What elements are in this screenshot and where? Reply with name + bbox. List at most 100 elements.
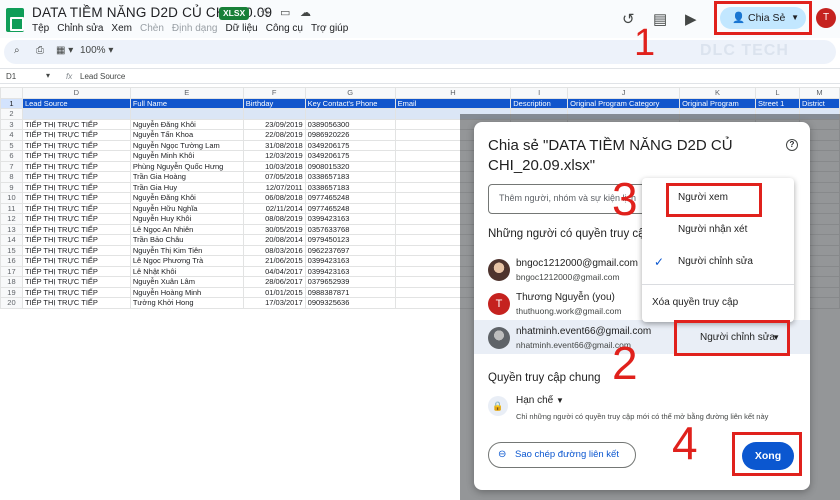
full-name-cell[interactable]: Lê Nhật Khôi [129,265,244,277]
lead-source-cell[interactable]: TIẾP THỊ TRỰC TIẾP [21,244,131,256]
history-icon[interactable]: ↺ [622,10,635,28]
row-number[interactable]: 20 [0,297,23,309]
lead-source-cell[interactable]: TIẾP THỊ TRỰC TIẾP [21,202,131,214]
row-number[interactable]: 12 [0,213,23,225]
full-name-cell[interactable]: Nguyễn Minh Khôi [129,150,244,162]
row-number[interactable]: 11 [0,202,23,214]
column-header[interactable]: K [679,87,757,99]
lead-source-cell[interactable]: TIẾP THỊ TRỰC TIẾP [21,255,131,267]
column-header[interactable]: I [510,87,569,99]
lead-source-cell[interactable]: TIẾP THỊ TRỰC TIẾP [21,181,131,193]
birthday-cell[interactable]: 23/09/2019 [242,118,306,130]
lead-source-cell[interactable]: TIẾP THỊ TRỰC TIẾP [21,234,131,246]
birthday-cell[interactable]: 10/03/2018 [242,160,306,172]
lead-source-cell[interactable]: TIẾP THỊ TRỰC TIẾP [21,286,131,298]
select-all-corner[interactable] [0,87,23,99]
full-name-cell[interactable]: Nguyễn Ngọc Tường Lam [129,139,244,151]
menu-file[interactable]: Tệp [32,23,49,34]
header-cell[interactable]: Original Program [679,97,757,109]
cloud-icon[interactable]: ☁ [300,6,311,19]
cell[interactable] [242,108,306,120]
phone-cell[interactable]: 0977465248 [304,202,396,214]
lead-source-cell[interactable]: TIẾP THỊ TRỰC TIẾP [21,223,131,235]
meet-icon[interactable]: ▶ [685,10,697,28]
formula-input[interactable]: Lead Source [80,72,125,81]
menu-help[interactable]: Trợ giúp [311,23,348,34]
full-name-cell[interactable]: Nguyễn Thị Kim Tiên [129,244,244,256]
search-menus-icon[interactable]: ⌕ [14,45,20,56]
full-name-cell[interactable]: Lê Ngọc Phương Trà [129,255,244,267]
phone-cell[interactable]: 0399423163 [304,213,396,225]
phone-cell[interactable]: 0379652939 [304,276,396,288]
birthday-cell[interactable]: 06/08/2018 [242,192,306,204]
birthday-cell[interactable]: 20/08/2014 [242,234,306,246]
phone-cell[interactable]: 0389056300 [304,118,396,130]
row-number[interactable]: 14 [0,234,23,246]
birthday-cell[interactable]: 30/05/2019 [242,223,306,235]
lead-source-cell[interactable]: TIẾP THỊ TRỰC TIẾP [21,129,131,141]
lead-source-cell[interactable]: TIẾP THỊ TRỰC TIẾP [21,297,131,309]
row-number[interactable]: 1 [0,97,23,109]
folder-icon[interactable]: ▭ [280,6,290,19]
lead-source-cell[interactable]: TIẾP THỊ TRỰC TIẾP [21,192,131,204]
cell[interactable] [129,108,244,120]
full-name-cell[interactable]: Nguyễn Hữu Nghĩa [129,202,244,214]
phone-cell[interactable]: 0909325636 [304,297,396,309]
print-icon[interactable]: ⎙ [36,45,44,56]
avatar[interactable]: T [816,8,836,28]
column-header[interactable]: G [304,87,396,99]
menu-item-commenter[interactable]: Người nhận xét [642,216,794,244]
sheets-logo[interactable] [6,8,24,32]
row-number[interactable]: 18 [0,276,23,288]
phone-cell[interactable]: 0338657183 [304,181,396,193]
cell[interactable] [21,108,131,120]
row-number[interactable]: 10 [0,192,23,204]
lead-source-cell[interactable]: TIẾP THỊ TRỰC TIẾP [21,139,131,151]
birthday-cell[interactable]: 08/08/2019 [242,213,306,225]
phone-cell[interactable]: 0962237697 [304,244,396,256]
row-number[interactable]: 13 [0,223,23,235]
phone-cell[interactable]: 0399423163 [304,255,396,267]
full-name-cell[interactable]: Phùng Nguyễn Quốc Hưng [129,160,244,172]
cell[interactable] [304,108,396,120]
menu-edit[interactable]: Chỉnh sửa [57,23,103,34]
full-name-cell[interactable]: Nguyễn Đăng Khôi [129,118,244,130]
name-box[interactable]: D1 [6,72,16,81]
row-number[interactable]: 6 [0,150,23,162]
phone-cell[interactable]: 0357633768 [304,223,396,235]
help-icon[interactable]: ? [786,139,798,151]
column-header[interactable]: M [798,87,840,99]
phone-cell[interactable]: 0338657183 [304,171,396,183]
general-access-select[interactable]: Hạn chế ▼ [516,395,564,406]
birthday-cell[interactable]: 07/05/2018 [242,171,306,183]
paint-format-icon[interactable]: ▦ ▾ [56,45,73,56]
menu-item-editor[interactable]: ✓ Người chỉnh sửa [642,248,794,276]
menu-data[interactable]: Dữ liệu [225,23,257,34]
birthday-cell[interactable]: 12/07/2011 [242,181,306,193]
header-cell[interactable]: Key Contact's Phone [304,97,396,109]
header-cell[interactable]: Birthday [242,97,306,109]
phone-cell[interactable]: 0349206175 [304,150,396,162]
menu-item-remove-access[interactable]: Xóa quyền truy cập [642,289,794,317]
column-header[interactable]: H [394,87,512,99]
birthday-cell[interactable]: 04/04/2017 [242,265,306,277]
row-number[interactable]: 8 [0,171,23,183]
row-number[interactable]: 15 [0,244,23,256]
copy-link-button[interactable]: ⊖ Sao chép đường liên kết [488,442,636,468]
full-name-cell[interactable]: Nguyễn Huy Khôi [129,213,244,225]
phone-cell[interactable]: 0988387871 [304,286,396,298]
menu-tools[interactable]: Công cụ [266,23,303,34]
header-cell[interactable]: Full Name [129,97,244,109]
birthday-cell[interactable]: 17/03/2017 [242,297,306,309]
lead-source-cell[interactable]: TIẾP THỊ TRỰC TIẾP [21,276,131,288]
birthday-cell[interactable]: 02/11/2014 [242,202,306,214]
header-cell[interactable]: Lead Source [21,97,131,109]
phone-cell[interactable]: 0399423163 [304,265,396,277]
star-icon[interactable]: ☆ [260,6,270,19]
row-number[interactable]: 2 [0,108,23,120]
lead-source-cell[interactable]: TIẾP THỊ TRỰC TIẾP [21,150,131,162]
row-number[interactable]: 4 [0,129,23,141]
zoom-select[interactable]: 100% ▾ [80,45,113,56]
row-number[interactable]: 5 [0,139,23,151]
birthday-cell[interactable]: 01/01/2015 [242,286,306,298]
